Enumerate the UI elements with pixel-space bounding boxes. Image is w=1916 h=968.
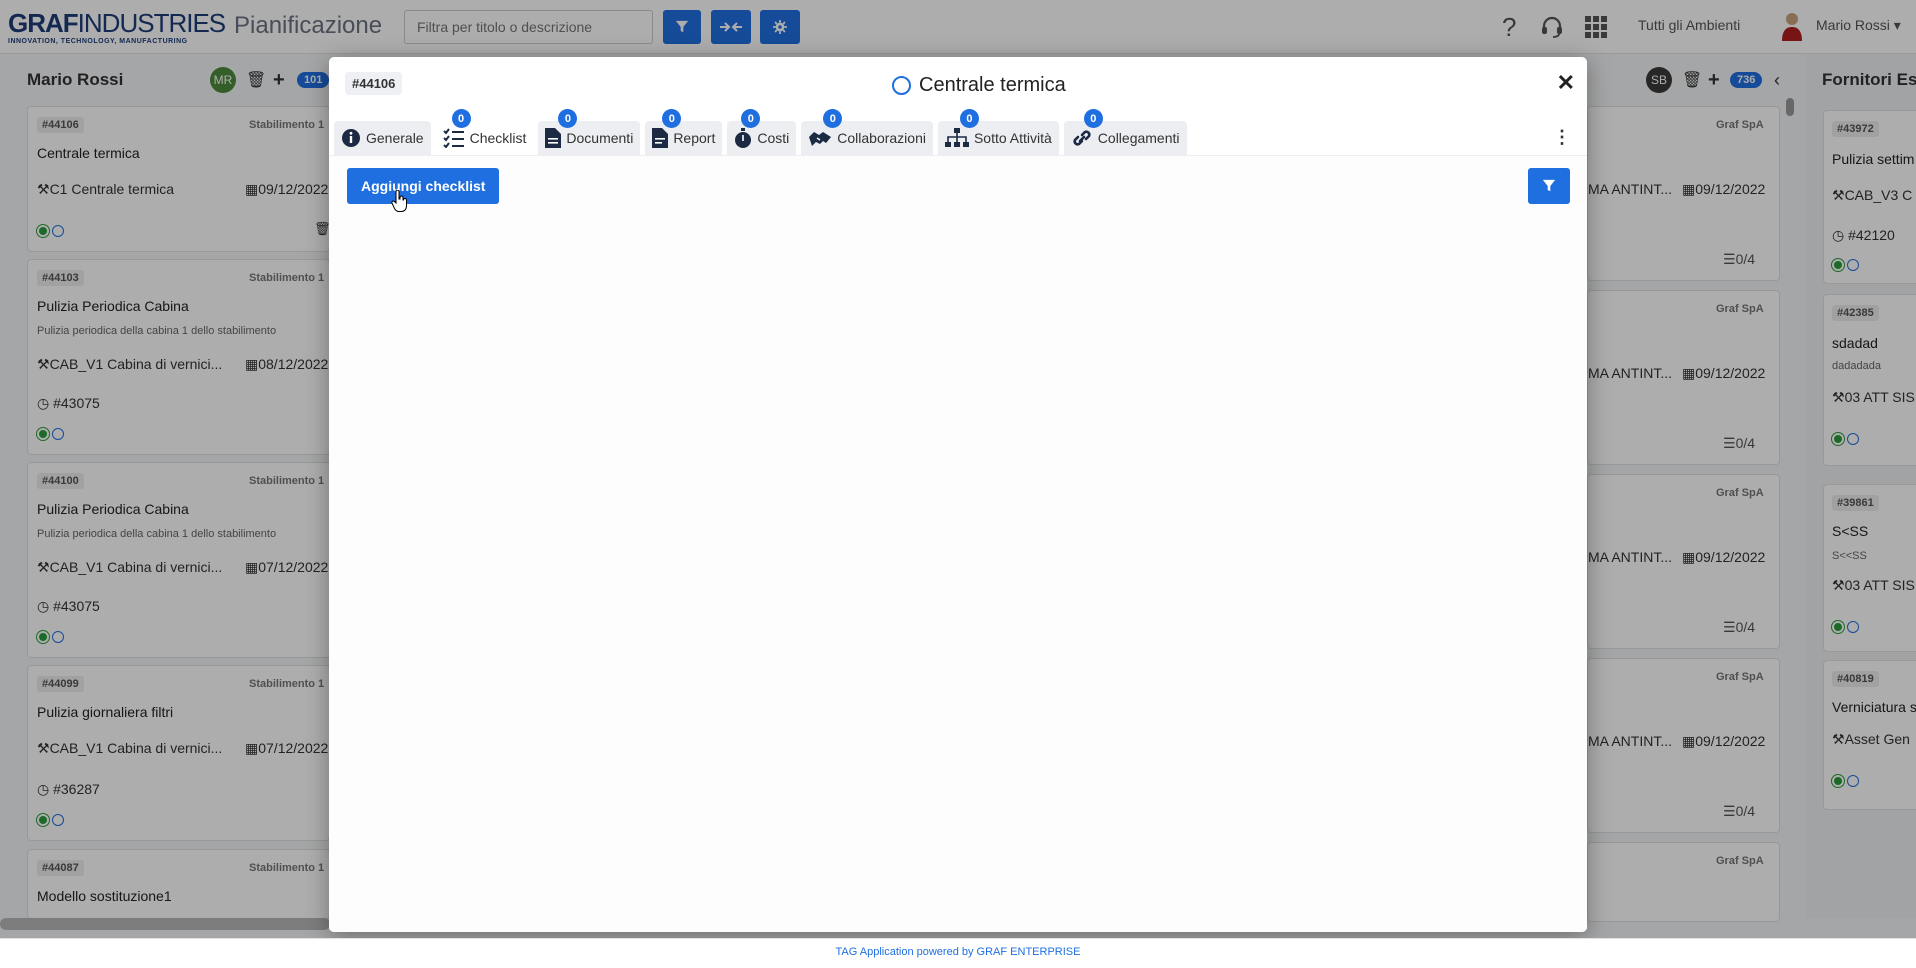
handshake-icon [809,132,832,146]
report-icon [652,128,669,148]
close-button[interactable]: ✕ [1557,70,1575,96]
tab-badge: 0 [662,109,682,128]
tab-badge: 0 [823,109,843,128]
modal-task-id: #44106 [345,72,403,95]
tab-sotto-attivita[interactable]: 0 Sotto Attività [937,109,1059,155]
tab-collaborazioni[interactable]: 0 Collaborazioni [801,109,933,155]
status-circle-icon [892,76,911,95]
footer-text[interactable]: TAG Application powered by GRAF ENTERPRI… [836,946,1081,958]
tab-label: Collaborazioni [837,130,926,146]
modal-tabs: Generale 0 Checklist 0 Documenti 0 Repor… [334,109,1187,155]
sitemap-icon [944,128,969,147]
link-icon [1073,130,1091,146]
tab-collegamenti[interactable]: 0 Collegamenti [1063,109,1187,155]
modal-title-text: Centrale termica [919,74,1066,96]
tab-checklist[interactable]: 0 Checklist [435,109,534,155]
tab-documenti[interactable]: 0 Documenti [538,109,641,155]
modal-title: Centrale termica [892,74,1066,97]
tab-badge: 0 [1083,109,1103,128]
checklist-panel: Aggiungi checklist [329,155,1587,932]
tab-label: Checklist [469,130,527,146]
checklist-icon [442,128,464,148]
tab-label: Sotto Attività [973,130,1052,146]
footer: TAG Application powered by GRAF ENTERPRI… [0,938,1916,968]
tab-badge: 0 [959,109,979,128]
tab-badge: 0 [741,109,761,128]
tab-label: Documenti [566,130,634,146]
info-icon [342,129,360,147]
document-icon [545,128,562,148]
more-options-icon[interactable]: ⋮ [1553,127,1571,147]
tab-label: Report [673,130,716,146]
task-modal: #44106 Centrale termica ✕ Generale 0 Che… [329,57,1587,932]
tab-costi[interactable]: 0 Costi [727,109,797,155]
filter-icon [1542,179,1556,192]
stopwatch-icon [735,128,752,148]
tab-label: Collegamenti [1097,130,1180,146]
add-checklist-button[interactable]: Aggiungi checklist [347,168,500,204]
tab-report[interactable]: 0 Report [645,109,723,155]
hand-cursor-icon [391,190,407,212]
tab-badge: 0 [451,109,471,128]
checklist-filter-button[interactable] [1528,168,1570,204]
tab-badge: 0 [558,109,578,128]
tab-label: Costi [757,130,790,146]
tab-label: Generale [366,130,424,146]
tab-generale[interactable]: Generale [334,121,431,155]
